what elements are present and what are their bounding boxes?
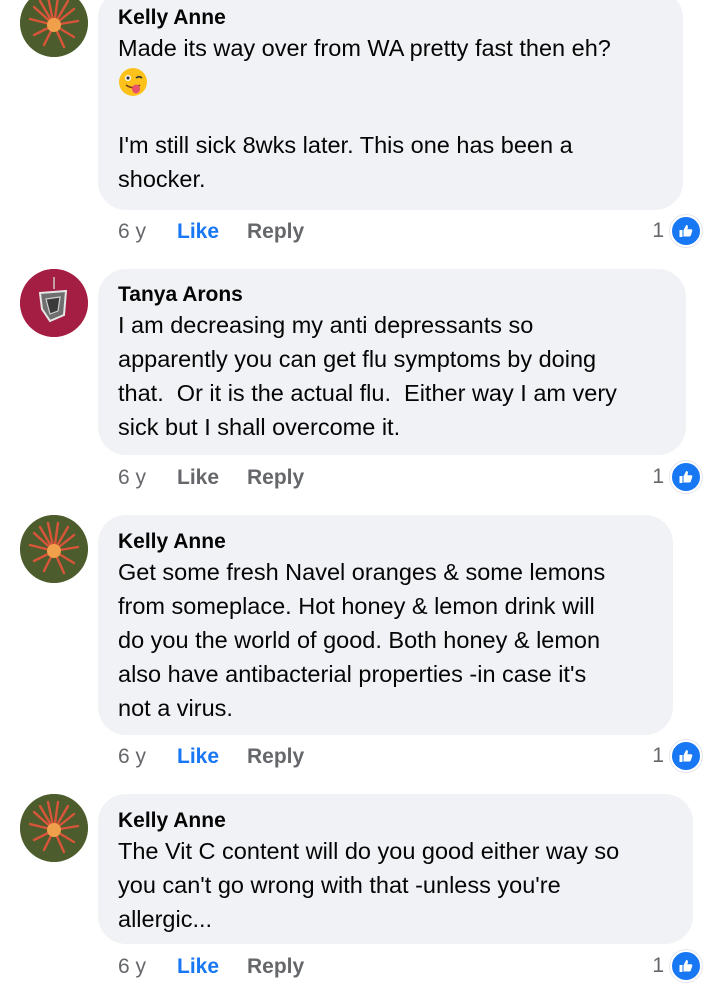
comment-timestamp[interactable]: 6 y: [118, 742, 146, 772]
thumbs-up-icon: [670, 740, 702, 772]
comment-author[interactable]: Kelly Anne: [118, 5, 663, 31]
grevillea-flower-avatar-icon: [20, 794, 88, 862]
avatar[interactable]: [20, 515, 88, 583]
like-button[interactable]: Like: [177, 463, 219, 493]
comment-text: The Vit C content will do you good eithe…: [118, 838, 620, 932]
thumbs-up-icon: [670, 950, 702, 982]
avatar[interactable]: [20, 269, 88, 337]
comment-bubble: Kelly Anne Get some fresh Navel oranges …: [98, 515, 673, 735]
reaction-count-number: 1: [652, 744, 664, 767]
comment-bubble: Kelly Anne Made its way over from WA pre…: [98, 0, 683, 210]
winking-tongue-face-icon: [118, 67, 148, 102]
thumbs-up-icon: [670, 461, 702, 493]
pendant-avatar-icon: [20, 269, 88, 337]
like-button[interactable]: Like: [177, 742, 219, 772]
reaction-count[interactable]: 1: [652, 215, 702, 247]
comment-bubble: Kelly Anne The Vit C content will do you…: [98, 794, 693, 944]
comment-author[interactable]: Kelly Anne: [118, 808, 673, 834]
comment-text: Get some fresh Navel oranges & some lemo…: [118, 559, 606, 721]
comment-timestamp[interactable]: 6 y: [118, 952, 146, 982]
reaction-count[interactable]: 1: [652, 461, 702, 493]
reaction-count-number: 1: [652, 954, 664, 977]
grevillea-flower-avatar-icon: [20, 0, 88, 57]
comment-bubble: Tanya Arons I am decreasing my anti depr…: [98, 269, 686, 455]
reply-button[interactable]: Reply: [247, 463, 304, 493]
reaction-count-number: 1: [652, 219, 664, 242]
comment-actions: 6 y Like Reply: [118, 217, 518, 247]
reaction-count[interactable]: 1: [652, 740, 702, 772]
comment-text: I am decreasing my anti depressants so a…: [118, 312, 617, 440]
comment-author[interactable]: Kelly Anne: [118, 529, 653, 555]
reaction-count-number: 1: [652, 465, 664, 488]
comment-author[interactable]: Tanya Arons: [118, 282, 666, 308]
comment-actions: 6 y Like Reply: [118, 952, 518, 982]
like-button[interactable]: Like: [177, 952, 219, 982]
comment-timestamp[interactable]: 6 y: [118, 217, 146, 247]
reply-button[interactable]: Reply: [247, 217, 304, 247]
comment-text: I'm still sick 8wks later. This one has …: [118, 132, 573, 192]
comment-actions: 6 y Like Reply: [118, 742, 518, 772]
thumbs-up-icon: [670, 215, 702, 247]
like-button[interactable]: Like: [177, 217, 219, 247]
reply-button[interactable]: Reply: [247, 952, 304, 982]
avatar[interactable]: [20, 0, 88, 57]
reply-button[interactable]: Reply: [247, 742, 304, 772]
avatar[interactable]: [20, 794, 88, 862]
grevillea-flower-avatar-icon: [20, 515, 88, 583]
comment-timestamp[interactable]: 6 y: [118, 463, 146, 493]
comment-actions: 6 y Like Reply: [118, 463, 518, 493]
reaction-count[interactable]: 1: [652, 950, 702, 982]
comment-text: Made its way over from WA pretty fast th…: [118, 35, 611, 61]
